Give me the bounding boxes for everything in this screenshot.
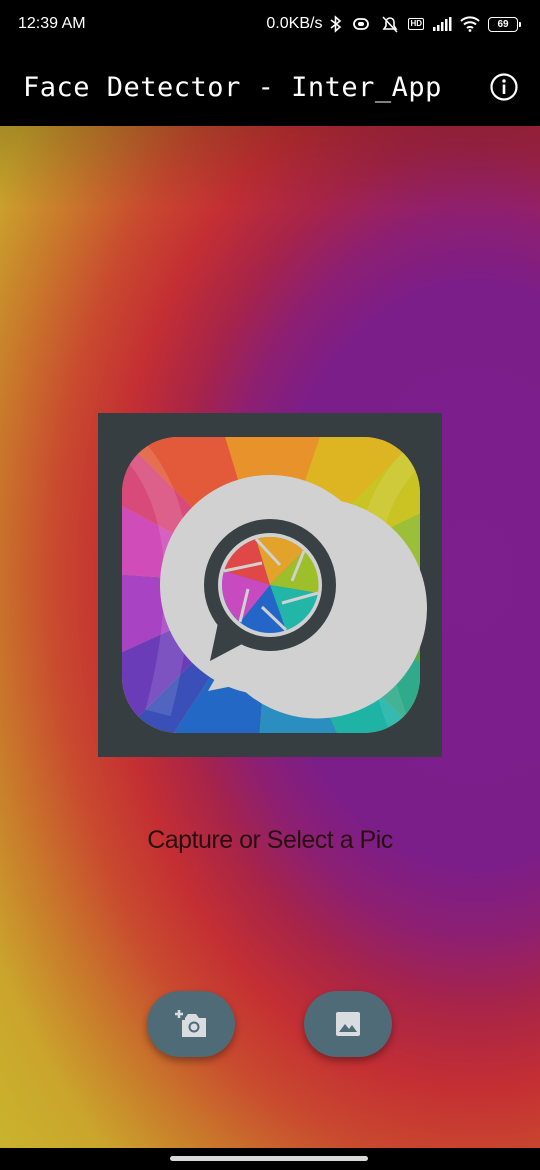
network-speed: 0.0KB/s — [266, 15, 323, 32]
volte-icon: HD — [408, 18, 424, 30]
wifi-icon — [460, 16, 480, 32]
main-content: Capture or Select a Pic — [0, 126, 540, 1148]
app-bar: Face Detector - Inter_App — [0, 48, 540, 126]
capture-photo-button[interactable] — [147, 991, 235, 1057]
muted-alarm-icon — [380, 15, 400, 33]
info-icon — [490, 73, 518, 101]
app-logo — [98, 413, 442, 757]
add-photo-camera-icon — [175, 1010, 206, 1037]
info-button[interactable] — [488, 71, 520, 103]
aperture-logo-icon — [122, 437, 427, 733]
vibrate-icon — [350, 16, 372, 32]
signal-icon — [432, 16, 452, 32]
status-icons: 0.0KB/s HD 69 — [266, 15, 521, 33]
bluetooth-icon — [330, 15, 342, 33]
status-time: 12:39 AM — [18, 15, 86, 32]
image-gallery-icon — [336, 1012, 360, 1036]
status-bar: 12:39 AM 0.0KB/s HD 69 — [0, 0, 540, 48]
app-title: Face Detector - Inter_App — [23, 71, 442, 103]
capture-caption: Capture or Select a Pic — [147, 826, 393, 854]
battery-icon: 69 — [488, 16, 521, 32]
select-image-button[interactable] — [304, 991, 392, 1057]
navigation-bar — [0, 1148, 540, 1170]
home-indicator[interactable] — [170, 1156, 368, 1161]
